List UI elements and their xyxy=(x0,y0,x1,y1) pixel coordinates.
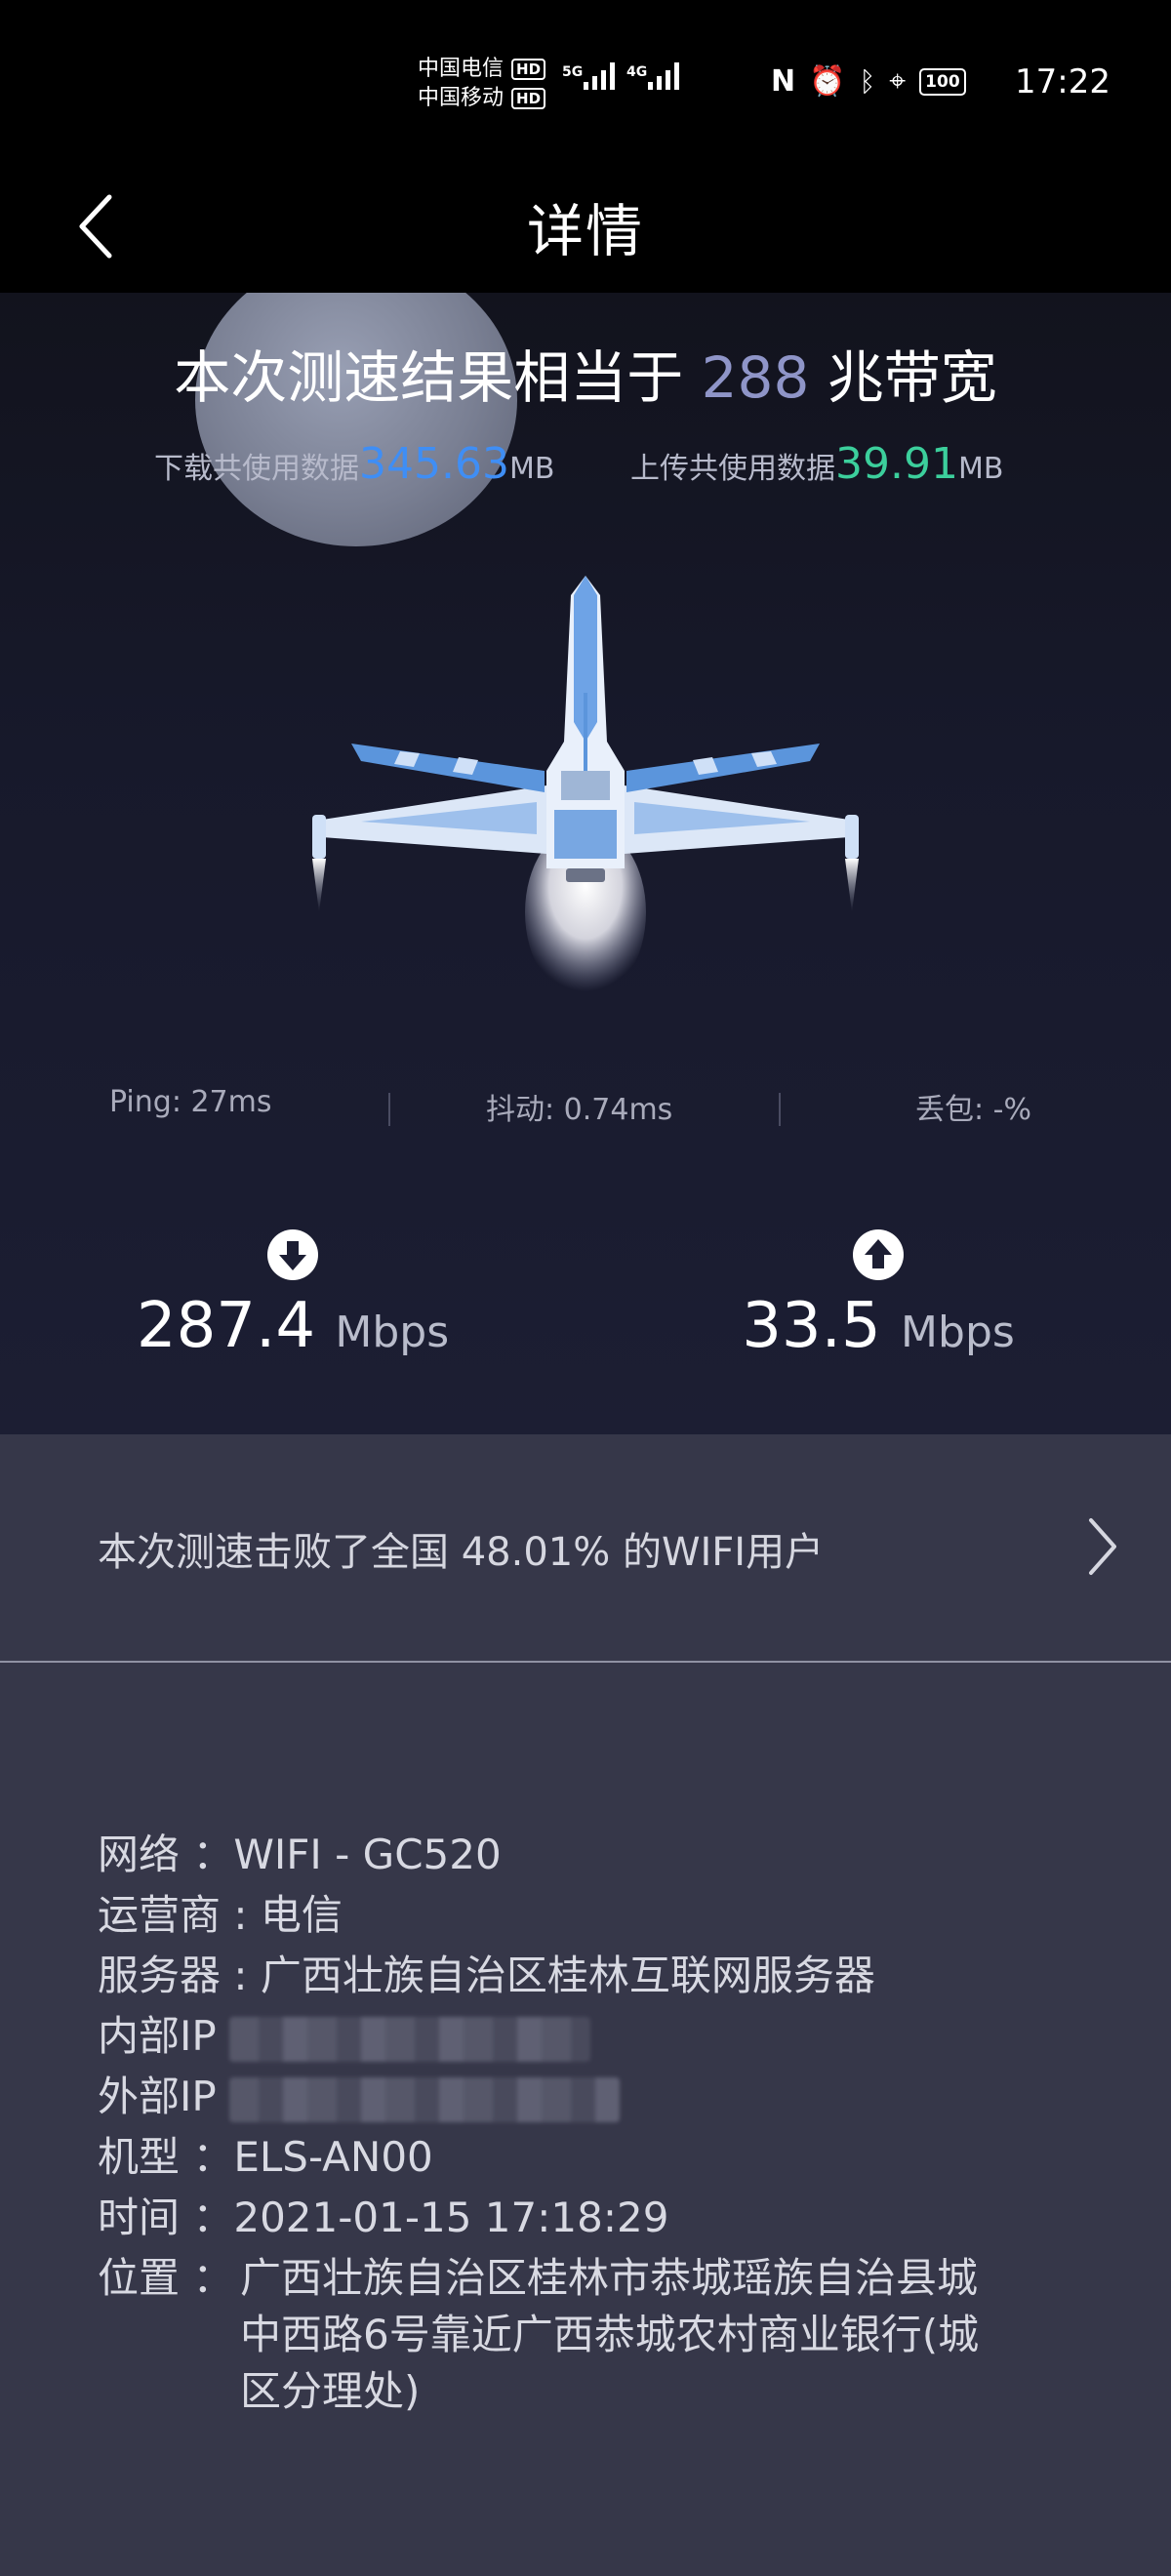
detail-internal-ip: 内部IP xyxy=(98,2006,591,2067)
ping-stat: Ping: 27ms xyxy=(109,1085,272,1119)
detail-carrier: 运营商 : 电信 xyxy=(98,1891,343,1939)
clock: 17:22 xyxy=(1015,62,1110,101)
upload-usage-value: 39.91 xyxy=(835,439,958,489)
detail-location-label: 位置 ： xyxy=(98,2254,234,2302)
detail-location-line3: 区分理处) xyxy=(240,2367,421,2415)
download-usage-label: 下载共使用数据 xyxy=(154,452,359,486)
network-type-5g: 5G xyxy=(562,64,584,80)
ranking-row[interactable]: 本次测速击败了全国 48.01% 的WIFI用户 xyxy=(0,1434,1171,1661)
upload-usage: 上传共使用数据39.91MB xyxy=(630,439,1003,489)
location-icon: ⌖ xyxy=(889,64,907,99)
internal-ip-redacted xyxy=(229,2016,591,2062)
external-ip-redacted xyxy=(229,2076,621,2122)
upload-speed-value: 33.5 xyxy=(742,1290,881,1362)
signal-icon xyxy=(648,62,679,90)
detail-time: 时间 ：2021-01-15 17:18:29 xyxy=(98,2194,669,2241)
bluetooth-icon: ᛒ xyxy=(859,65,876,98)
download-speed: 287.4 Mbps xyxy=(20,1229,566,1362)
download-speed-value: 287.4 xyxy=(136,1290,316,1362)
detail-model: 机型 ：ELS-AN00 xyxy=(98,2133,433,2181)
system-icons: N ⏰ ᛒ ⌖ 100 xyxy=(771,64,966,99)
status-bar: 中国电信 HD 中国移动 HD 5G 4G N ⏰ ᛒ ⌖ 100 17:22 xyxy=(0,0,1171,166)
detail-network: 网络 ：WIFI - GC520 xyxy=(98,1831,502,1878)
bandwidth-headline: 本次测速结果相当于 288 兆带宽 xyxy=(0,332,1171,414)
nfc-icon: N xyxy=(771,64,796,99)
download-usage-value: 345.63 xyxy=(359,439,509,489)
download-usage-unit: MB xyxy=(508,452,555,486)
network-type-4g: 4G xyxy=(626,64,648,80)
nav-bar: 详情 xyxy=(0,166,1171,293)
upload-speed-unit: Mbps xyxy=(901,1308,1015,1357)
external-ip-label: 外部IP xyxy=(98,2073,217,2120)
headline-prefix: 本次测速结果相当于 xyxy=(174,344,684,411)
moon-illustration xyxy=(195,293,517,546)
network-stats: Ping: 27ms 抖动: 0.74ms 丢包: -% xyxy=(0,1085,1171,1134)
internal-ip-label: 内部IP xyxy=(98,2012,217,2060)
ranking-text: 本次测速击败了全国 48.01% 的WIFI用户 xyxy=(98,1530,825,1575)
download-usage: 下载共使用数据345.63MB xyxy=(154,439,554,489)
stats-divider xyxy=(388,1093,390,1126)
chevron-right-icon xyxy=(1089,1518,1116,1575)
test-details: 网络 ：WIFI - GC520 运营商 : 电信 服务器 : 广西壮族自治区桂… xyxy=(0,1663,1171,2576)
page-title: 详情 xyxy=(526,198,644,264)
speed-result-panel: 本次测速结果相当于 288 兆带宽 下载共使用数据345.63MB 上传共使用数… xyxy=(0,293,1171,1434)
upload-speed: 33.5 Mbps xyxy=(605,1229,1151,1362)
detail-location-line2: 中西路6号靠近广西恭城农村商业银行(城 xyxy=(240,2311,980,2358)
hd-badge: HD xyxy=(511,59,546,80)
download-speed-unit: Mbps xyxy=(335,1308,450,1357)
download-arrow-icon xyxy=(267,1229,318,1280)
carrier-info: 中国电信 HD 中国移动 HD xyxy=(418,55,546,113)
signal-icon xyxy=(584,62,615,90)
detail-location-line1: 广西壮族自治区桂林市恭城瑶族自治县城 xyxy=(240,2254,979,2302)
battery-icon: 100 xyxy=(919,67,966,96)
upload-usage-unit: MB xyxy=(957,452,1004,486)
stats-divider xyxy=(779,1093,781,1126)
upload-arrow-icon xyxy=(853,1229,904,1280)
headline-suffix: 兆带宽 xyxy=(827,344,997,411)
upload-usage-label: 上传共使用数据 xyxy=(630,452,835,486)
bandwidth-value: 288 xyxy=(701,344,810,411)
packet-loss-stat: 丢包: -% xyxy=(915,1093,1031,1127)
carrier-2: 中国移动 xyxy=(418,86,505,110)
detail-server: 服务器 : 广西壮族自治区桂林互联网服务器 xyxy=(98,1952,875,1999)
hd-badge: HD xyxy=(511,88,546,109)
carrier-1: 中国电信 xyxy=(418,57,505,81)
jitter-stat: 抖动: 0.74ms xyxy=(486,1093,673,1127)
detail-external-ip: 外部IP xyxy=(98,2067,621,2127)
alarm-icon: ⏰ xyxy=(809,64,846,99)
jet-illustration xyxy=(312,576,859,1000)
